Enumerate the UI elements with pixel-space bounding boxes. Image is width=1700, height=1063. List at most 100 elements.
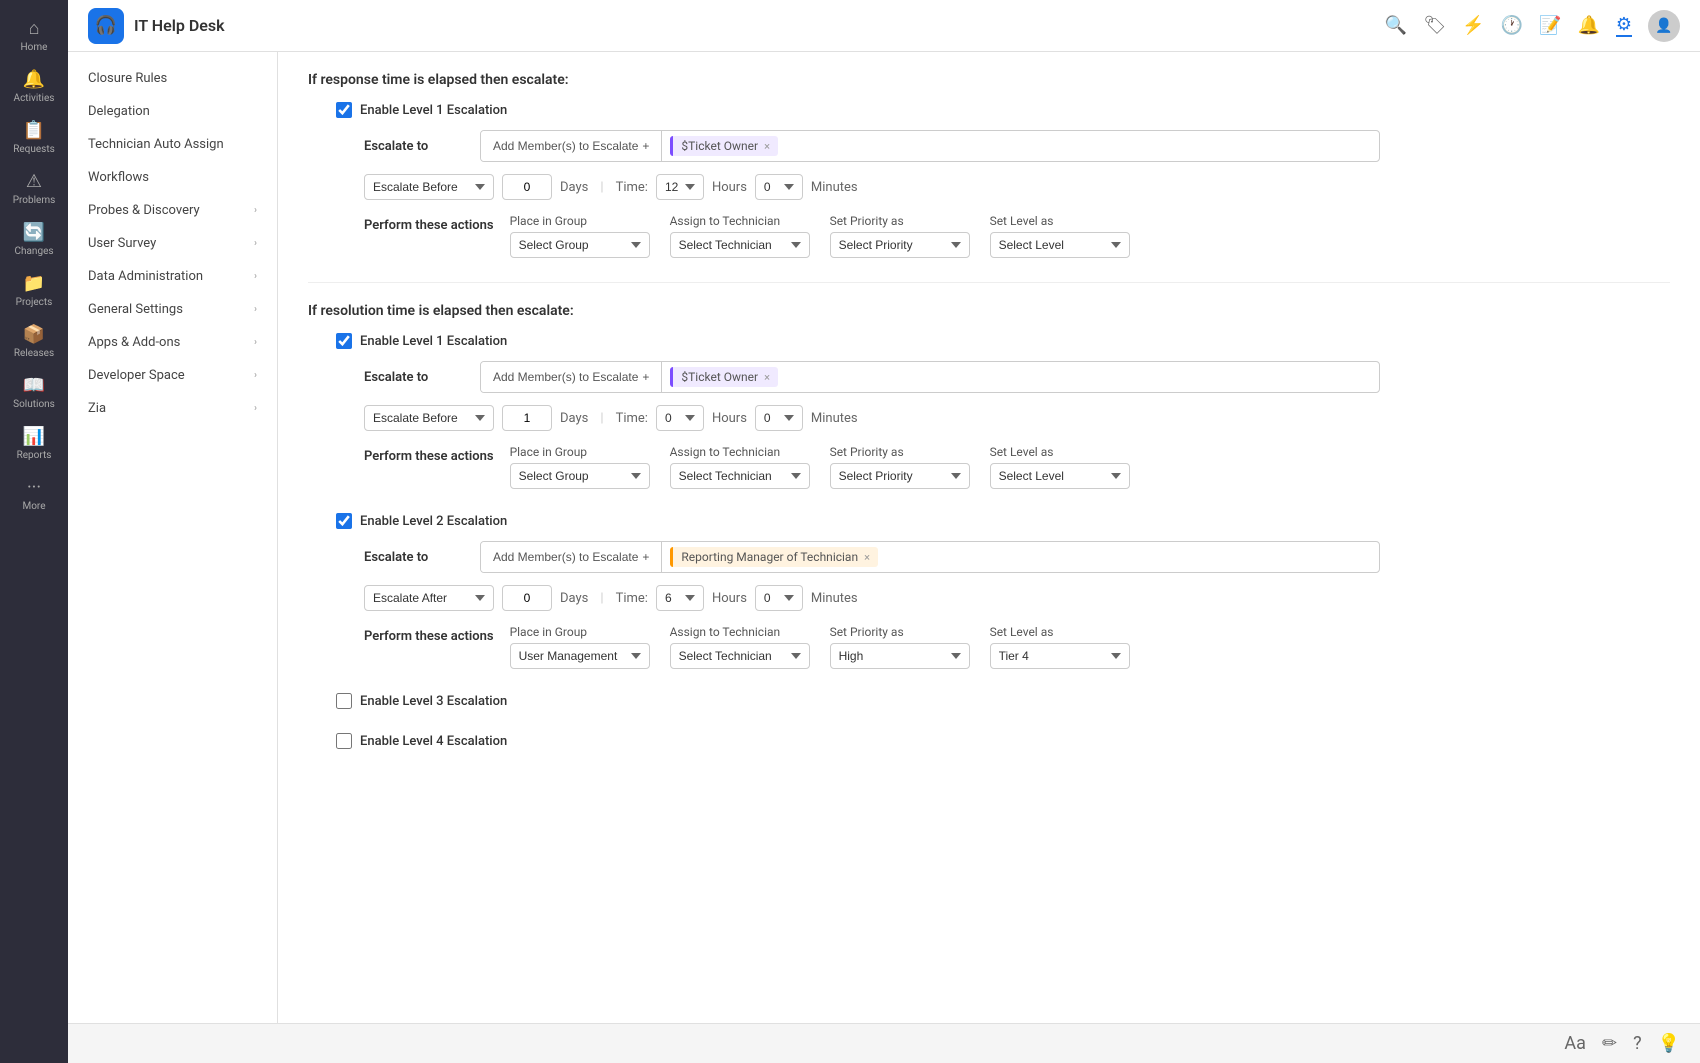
sidebar-item-workflows[interactable]: Workflows [68,161,277,194]
resolution-level3-label: Enable Level 3 Escalation [360,694,507,709]
resolution-section-title: If resolution time is elapsed then escal… [308,303,1670,319]
avatar[interactable]: 👤 [1648,10,1680,42]
resolution-level2-actions-label: Perform these actions [364,629,494,644]
sidebar-item-developer-space[interactable]: Developer Space › [68,359,277,392]
response-level1-days-input[interactable] [502,174,552,200]
topbar-actions: 🔍 🏷 ⚡ 🕐 📝 🔔 ⚙ 👤 [1385,10,1680,42]
resolution-level1-days-input[interactable] [502,405,552,431]
response-level1-technician-select[interactable]: Select Technician [670,232,810,258]
resolution-level3-block: Enable Level 3 Escalation [336,693,1670,709]
resolution-level1-group-select[interactable]: Select Group [510,463,650,489]
response-level1-tag: $Ticket Owner × [670,136,778,156]
settings-icon[interactable]: ⚙ [1616,14,1632,37]
changes-icon: 🔄 [23,222,45,243]
nav-items: ⌂ Home 🔔 Activities 📋 Requests ⚠ Problem… [4,10,64,1053]
resolution-level2-technician-select[interactable]: Select Technician [670,643,810,669]
resolution-level1-level-select[interactable]: Select Level [990,463,1130,489]
nav-solutions[interactable]: 📖 Solutions [4,367,64,418]
response-level1-checkbox[interactable] [336,102,352,118]
nav-projects[interactable]: 📁 Projects [4,265,64,316]
search-icon[interactable]: 🔍 [1385,15,1407,36]
response-level1-level-select[interactable]: Select Level [990,232,1130,258]
response-level1-add-member-button[interactable]: Add Member(s) to Escalate + [481,131,662,161]
theme-icon[interactable]: 💡 [1658,1033,1680,1054]
nav-reports[interactable]: 📊 Reports [4,418,64,469]
plus-icon: + [642,370,649,384]
resolution-level2-days-input[interactable] [502,585,552,611]
resolution-level1-add-member-button[interactable]: Add Member(s) to Escalate + [481,362,662,392]
resolution-level2-minutes-label: Minutes [811,591,858,606]
resolution-level4-checkbox-row: Enable Level 4 Escalation [336,733,1670,749]
resolution-level1-priority-select[interactable]: Select Priority [830,463,970,489]
resolution-level1-checkbox[interactable] [336,333,352,349]
response-level1-group-select[interactable]: Select Group [510,232,650,258]
resolution-level2-group-select[interactable]: User Management Select Group [510,643,650,669]
resolution-level2-add-member-button[interactable]: Add Member(s) to Escalate + [481,542,662,572]
response-level1-priority-select[interactable]: Select Priority [830,232,970,258]
resolution-level1-hours-select[interactable]: 0153045 [755,405,803,431]
nav-requests[interactable]: 📋 Requests [4,112,64,163]
nav-activities[interactable]: 🔔 Activities [4,61,64,112]
nav-reports-label: Reports [17,450,52,461]
nav-changes[interactable]: 🔄 Changes [4,214,64,265]
history-icon[interactable]: 🕐 [1501,15,1523,36]
response-level1-actions-row: Perform these actions Place in Group Sel… [364,214,1670,258]
sidebar-item-apps-addons[interactable]: Apps & Add-ons › [68,326,277,359]
nav-changes-label: Changes [14,246,53,257]
nav-home[interactable]: ⌂ Home [4,10,64,61]
resolution-level2-priority-select[interactable]: Select Priority High Low Medium [830,643,970,669]
text-size-icon[interactable]: Aa [1564,1033,1586,1054]
sidebar-item-closure-rules[interactable]: Closure Rules [68,62,277,95]
sidebar-item-general-settings[interactable]: General Settings › [68,293,277,326]
chevron-icon: › [254,271,257,282]
nav-releases[interactable]: 📦 Releases [4,316,64,367]
sidebar-item-data-admin[interactable]: Data Administration › [68,260,277,293]
response-level1-time-select[interactable]: 12 01234567891011 [656,174,704,200]
notifications-icon[interactable]: 🔔 [1577,15,1599,36]
lightning-icon[interactable]: ⚡ [1462,15,1484,36]
sidebar-item-technician-auto-assign[interactable]: Technician Auto Assign [68,128,277,161]
resolution-level1-time-label: Time: [616,411,648,426]
nav-problems[interactable]: ⚠ Problems [4,163,64,214]
response-level1-timing-mode-select[interactable]: Escalate Before Escalate After [364,174,494,200]
resolution-level2-tag-remove[interactable]: × [864,551,870,564]
response-level1-label: Enable Level 1 Escalation [360,103,507,118]
resolution-level2-level-select[interactable]: Select Level Tier 1Tier 2Tier 3 Tier 4 [990,643,1130,669]
requests-icon: 📋 [23,120,45,141]
resolution-level2-hours-select[interactable]: 0153045 [755,585,803,611]
home-icon: ⌂ [29,18,40,39]
resolution-level1-days-label: Days [560,411,588,426]
nav-more[interactable]: ··· More [4,469,64,520]
resolution-level2-priority-field: Set Priority as Select Priority High Low… [830,625,970,669]
response-section-title: If response time is elapsed then escalat… [308,72,1670,88]
notes-icon[interactable]: 📝 [1539,15,1561,36]
response-level1-hours-select[interactable]: 0153045 [755,174,803,200]
projects-icon: 📁 [23,273,45,294]
resolution-level1-timing-mode-select[interactable]: Escalate Before Escalate After [364,405,494,431]
resolution-level1-technician-select[interactable]: Select Technician [670,463,810,489]
resolution-level2-timing-mode-select[interactable]: Escalate Before Escalate After [364,585,494,611]
resolution-level1-escalate-input: Add Member(s) to Escalate + $Ticket Owne… [480,361,1380,393]
releases-icon: 📦 [23,324,45,345]
sidebar-item-probes[interactable]: Probes & Discovery › [68,194,277,227]
response-level1-block: Enable Level 1 Escalation Escalate to Ad… [336,102,1670,258]
response-level1-tag-remove[interactable]: × [764,140,770,153]
resolution-level2-checkbox[interactable] [336,513,352,529]
chevron-icon: › [254,403,257,414]
sidebar-item-delegation[interactable]: Delegation [68,95,277,128]
sidebar-item-user-survey[interactable]: User Survey › [68,227,277,260]
resolution-level1-hours-label: Hours [712,411,747,426]
resolution-escalate-label: Escalate to [364,370,464,385]
sidebar: Closure Rules Delegation Technician Auto… [68,52,278,1023]
edit-icon[interactable]: ✏ [1602,1033,1617,1054]
help-icon[interactable]: ? [1633,1033,1642,1054]
resolution-level4-checkbox[interactable] [336,733,352,749]
sidebar-item-zia[interactable]: Zia › [68,392,277,425]
resolution-level3-checkbox[interactable] [336,693,352,709]
resolution-level1-block: Enable Level 1 Escalation Escalate to Ad… [336,333,1670,489]
tag-icon[interactable]: 🏷 [1423,15,1446,36]
resolution-level2-checkbox-row: Enable Level 2 Escalation [336,513,1670,529]
resolution-level2-time-select[interactable]: 0123456789101112 [656,585,704,611]
resolution-level1-time-select[interactable]: 0123456789101112 [656,405,704,431]
resolution-level1-tag-remove[interactable]: × [764,371,770,384]
